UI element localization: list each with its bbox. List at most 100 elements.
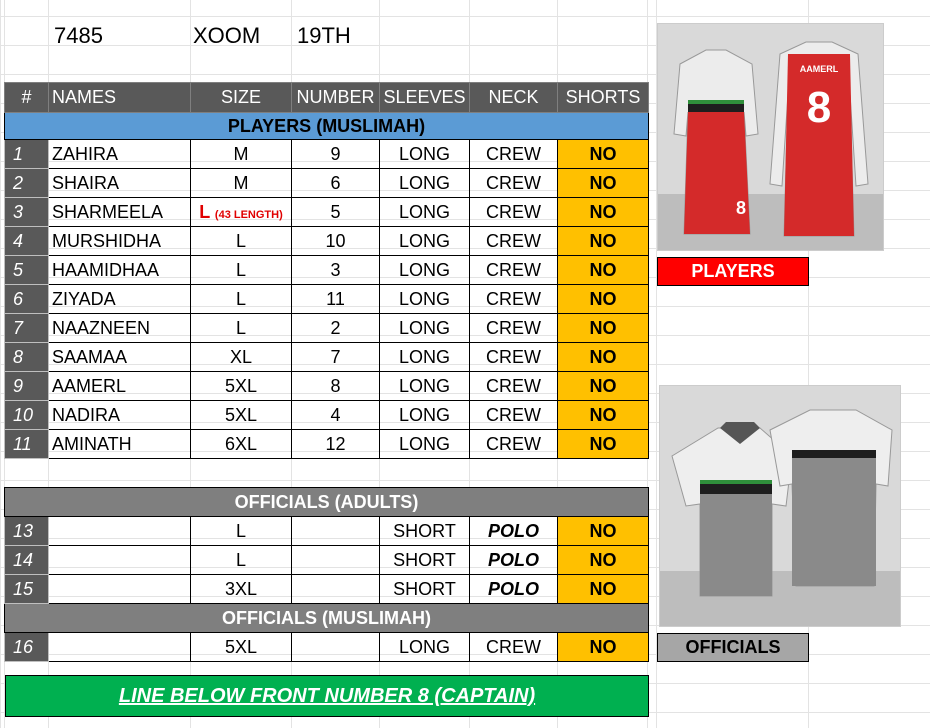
number-cell[interactable] bbox=[291, 545, 380, 575]
size-cell[interactable]: L bbox=[190, 284, 292, 314]
shorts-cell[interactable]: NO bbox=[557, 168, 649, 198]
name-cell[interactable]: NAAZNEEN bbox=[48, 313, 191, 343]
section-officials-muslimah-title[interactable]: OFFICIALS (MUSLIMAH) bbox=[4, 603, 649, 633]
size-cell[interactable]: L bbox=[190, 313, 292, 343]
order-number[interactable]: 7485 bbox=[54, 23, 103, 49]
row-index-cell[interactable]: 14 bbox=[4, 545, 49, 575]
number-cell[interactable]: 3 bbox=[291, 255, 380, 285]
number-cell[interactable]: 12 bbox=[291, 429, 380, 459]
sleeves-cell[interactable]: LONG bbox=[379, 139, 470, 169]
size-cell[interactable]: L (43 LENGTH) bbox=[190, 197, 292, 227]
col-header-neck[interactable]: NECK bbox=[469, 82, 558, 113]
name-cell[interactable]: SAAMAA bbox=[48, 342, 191, 372]
size-cell[interactable]: 3XL bbox=[190, 574, 292, 604]
name-cell[interactable]: SHAIRA bbox=[48, 168, 191, 198]
section-players-title[interactable]: PLAYERS (MUSLIMAH) bbox=[4, 112, 649, 140]
number-cell[interactable]: 7 bbox=[291, 342, 380, 372]
name-cell[interactable] bbox=[48, 574, 191, 604]
name-cell[interactable] bbox=[48, 545, 191, 575]
row-index-cell[interactable]: 5 bbox=[4, 255, 49, 285]
number-cell[interactable] bbox=[291, 574, 380, 604]
shorts-cell[interactable]: NO bbox=[557, 139, 649, 169]
number-cell[interactable]: 6 bbox=[291, 168, 380, 198]
captain-note-banner[interactable]: LINE BELOW FRONT NUMBER 8 (CAPTAIN) bbox=[5, 675, 649, 717]
number-cell[interactable]: 2 bbox=[291, 313, 380, 343]
row-index-cell[interactable]: 16 bbox=[4, 632, 49, 662]
number-cell[interactable] bbox=[291, 632, 380, 662]
neck-cell[interactable]: CREW bbox=[469, 255, 558, 285]
sleeves-cell[interactable]: SHORT bbox=[379, 516, 470, 546]
row-index-cell[interactable]: 4 bbox=[4, 226, 49, 256]
sleeves-cell[interactable]: LONG bbox=[379, 226, 470, 256]
sleeves-cell[interactable]: LONG bbox=[379, 255, 470, 285]
name-cell[interactable]: HAAMIDHAA bbox=[48, 255, 191, 285]
neck-cell[interactable]: POLO bbox=[469, 574, 558, 604]
neck-cell[interactable]: CREW bbox=[469, 342, 558, 372]
col-header-number[interactable]: NUMBER bbox=[291, 82, 380, 113]
size-cell[interactable]: 5XL bbox=[190, 371, 292, 401]
name-cell[interactable]: AAMERL bbox=[48, 371, 191, 401]
name-cell[interactable] bbox=[48, 632, 191, 662]
number-cell[interactable]: 10 bbox=[291, 226, 380, 256]
row-index-cell[interactable]: 13 bbox=[4, 516, 49, 546]
name-cell[interactable]: NADIRA bbox=[48, 400, 191, 430]
row-index-cell[interactable]: 7 bbox=[4, 313, 49, 343]
client-name[interactable]: XOOM bbox=[193, 23, 260, 49]
size-cell[interactable]: M bbox=[190, 168, 292, 198]
row-index-cell[interactable]: 10 bbox=[4, 400, 49, 430]
row-index-cell[interactable]: 11 bbox=[4, 429, 49, 459]
size-cell[interactable]: 5XL bbox=[190, 632, 292, 662]
shorts-cell[interactable]: NO bbox=[557, 284, 649, 314]
number-cell[interactable]: 4 bbox=[291, 400, 380, 430]
sleeves-cell[interactable]: LONG bbox=[379, 313, 470, 343]
shorts-cell[interactable]: NO bbox=[557, 371, 649, 401]
neck-cell[interactable]: CREW bbox=[469, 632, 558, 662]
neck-cell[interactable]: CREW bbox=[469, 226, 558, 256]
neck-cell[interactable]: CREW bbox=[469, 197, 558, 227]
shorts-cell[interactable]: NO bbox=[557, 342, 649, 372]
shorts-cell[interactable]: NO bbox=[557, 632, 649, 662]
sleeves-cell[interactable]: LONG bbox=[379, 284, 470, 314]
row-index-cell[interactable]: 9 bbox=[4, 371, 49, 401]
col-header-shorts[interactable]: SHORTS bbox=[557, 82, 649, 113]
sleeves-cell[interactable]: LONG bbox=[379, 632, 470, 662]
neck-cell[interactable]: CREW bbox=[469, 284, 558, 314]
number-cell[interactable]: 5 bbox=[291, 197, 380, 227]
size-cell[interactable]: L bbox=[190, 516, 292, 546]
number-cell[interactable] bbox=[291, 516, 380, 546]
sleeves-cell[interactable]: LONG bbox=[379, 400, 470, 430]
sleeves-cell[interactable]: LONG bbox=[379, 371, 470, 401]
size-cell[interactable]: L bbox=[190, 545, 292, 575]
col-header-index[interactable]: # bbox=[4, 82, 49, 113]
size-cell[interactable]: L bbox=[190, 255, 292, 285]
row-index-cell[interactable]: 3 bbox=[4, 197, 49, 227]
row-index-cell[interactable]: 6 bbox=[4, 284, 49, 314]
col-header-names[interactable]: NAMES bbox=[48, 82, 191, 113]
neck-cell[interactable]: POLO bbox=[469, 545, 558, 575]
sleeves-cell[interactable]: LONG bbox=[379, 168, 470, 198]
neck-cell[interactable]: CREW bbox=[469, 400, 558, 430]
number-cell[interactable]: 9 bbox=[291, 139, 380, 169]
row-index-cell[interactable]: 8 bbox=[4, 342, 49, 372]
shorts-cell[interactable]: NO bbox=[557, 400, 649, 430]
shorts-cell[interactable]: NO bbox=[557, 226, 649, 256]
section-officials-adults-title[interactable]: OFFICIALS (ADULTS) bbox=[4, 487, 649, 517]
shorts-cell[interactable]: NO bbox=[557, 545, 649, 575]
shorts-cell[interactable]: NO bbox=[557, 197, 649, 227]
players-label[interactable]: PLAYERS bbox=[657, 257, 809, 286]
neck-cell[interactable]: POLO bbox=[469, 516, 558, 546]
neck-cell[interactable]: CREW bbox=[469, 371, 558, 401]
size-cell[interactable]: 5XL bbox=[190, 400, 292, 430]
shorts-cell[interactable]: NO bbox=[557, 429, 649, 459]
neck-cell[interactable]: CREW bbox=[469, 313, 558, 343]
size-cell[interactable]: M bbox=[190, 139, 292, 169]
col-header-sleeves[interactable]: SLEEVES bbox=[379, 82, 470, 113]
row-index-cell[interactable]: 2 bbox=[4, 168, 49, 198]
name-cell[interactable]: SHARMEELA bbox=[48, 197, 191, 227]
number-cell[interactable]: 11 bbox=[291, 284, 380, 314]
shorts-cell[interactable]: NO bbox=[557, 255, 649, 285]
sleeves-cell[interactable]: SHORT bbox=[379, 545, 470, 575]
row-index-cell[interactable]: 1 bbox=[4, 139, 49, 169]
number-cell[interactable]: 8 bbox=[291, 371, 380, 401]
name-cell[interactable]: AMINATH bbox=[48, 429, 191, 459]
